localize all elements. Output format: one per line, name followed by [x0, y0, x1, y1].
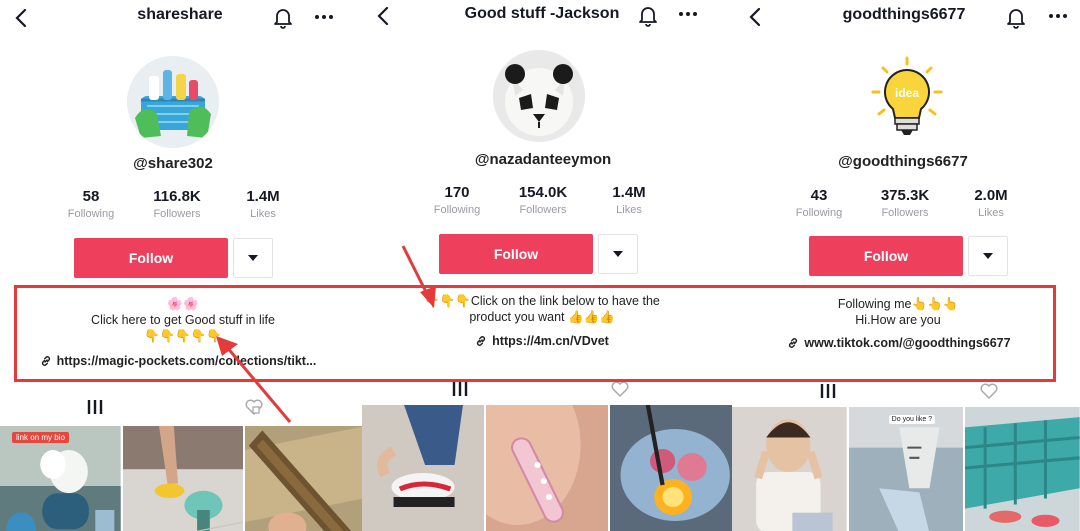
videos-grid-tab-icon[interactable]	[450, 380, 470, 398]
liked-videos-tab-icon[interactable]	[610, 380, 630, 398]
stat-value: 1.4M	[246, 188, 280, 205]
avatar[interactable]: idea	[861, 52, 953, 144]
video-thumbnail[interactable]	[965, 407, 1080, 531]
more-options-icon[interactable]	[676, 2, 700, 26]
profile-handle: @nazadanteeymon	[474, 151, 612, 168]
bio-line: 🌸🌸	[167, 297, 199, 311]
stat-label: Following	[67, 208, 115, 220]
bio-line: 👇👇👇👇👇	[144, 329, 222, 343]
link-icon	[475, 335, 487, 350]
follow-button[interactable]: Follow	[439, 234, 593, 274]
bio-link-text: www.tiktok.com/@goodthings6677	[804, 336, 1011, 350]
profile-header: goodthings6677	[732, 0, 1080, 36]
stat-likes[interactable]: 1.4M Likes	[586, 184, 672, 216]
bio-link[interactable]: www.tiktok.com/@goodthings6677	[732, 336, 1080, 352]
profile-bio: 🌸🌸 Click here to get Good stuff in life …	[0, 296, 366, 344]
suggested-accounts-dropdown[interactable]	[968, 236, 1008, 276]
profile-header: Good stuff -Jackson	[362, 0, 732, 36]
profile-stats: 58 Following 116.8K Followers 1.4M Likes	[0, 188, 366, 220]
link-icon	[787, 337, 799, 352]
bell-icon[interactable]	[272, 5, 294, 29]
caret-down-icon	[613, 251, 623, 257]
stat-followers[interactable]: 375.3K Followers	[862, 187, 948, 219]
profile-header: shareshare	[0, 0, 366, 36]
stat-value: 58	[82, 188, 100, 205]
avatar-label: idea	[894, 86, 919, 100]
video-caption-tag: Do you like ?	[888, 415, 936, 424]
stat-following[interactable]: 58 Following	[48, 188, 134, 220]
stat-value: 1.4M	[612, 184, 646, 201]
follow-button[interactable]: Follow	[74, 238, 228, 278]
video-thumbnail[interactable]	[245, 426, 366, 531]
stat-label: Followers	[153, 208, 201, 220]
video-caption-tag: link on my bio	[12, 432, 69, 443]
stat-value: 375.3K	[880, 187, 930, 204]
bio-line: product you want 👍👍👍	[469, 310, 615, 324]
stat-value: 116.8K	[153, 188, 201, 205]
video-thumbnail[interactable]	[610, 405, 732, 531]
avatar[interactable]	[493, 50, 585, 142]
stat-value: 170	[444, 184, 470, 201]
bio-line: Click here to get Good stuff in life	[91, 313, 275, 327]
caret-down-icon	[248, 255, 258, 261]
stat-value: 2.0M	[974, 187, 1008, 204]
avatar[interactable]	[127, 56, 219, 148]
stat-following[interactable]: 170 Following	[414, 184, 500, 216]
video-thumbnail[interactable]	[362, 405, 484, 531]
stat-label: Followers	[881, 207, 929, 219]
liked-videos-tab-icon[interactable]	[979, 382, 999, 400]
link-icon	[40, 355, 52, 370]
video-grid: link on my bio	[0, 426, 366, 531]
stat-likes[interactable]: 1.4M Likes	[220, 188, 306, 220]
profile-stats: 43 Following 375.3K Followers 2.0M Likes	[732, 187, 1080, 219]
stat-likes[interactable]: 2.0M Likes	[948, 187, 1034, 219]
video-thumbnail[interactable]: Do you like ?	[848, 407, 964, 531]
stat-label: Following	[433, 204, 481, 216]
bio-link[interactable]: https://4m.cn/VDvet	[362, 334, 732, 350]
stat-followers[interactable]: 154.0K Followers	[500, 184, 586, 216]
video-thumbnail[interactable]	[486, 405, 608, 531]
profile-bio: Following me👆👆👆 Hi.How are you	[732, 296, 1080, 328]
bio-link-text: https://magic-pockets.com/collections/ti…	[56, 354, 317, 368]
profile-panel-shareshare: shareshare @share302 58 Following 116.8K F…	[0, 0, 366, 531]
bio-line: 👇👇👇Click on the link below to have the	[424, 294, 660, 308]
stat-label: Following	[795, 207, 843, 219]
profile-handle: @goodthings6677	[838, 153, 968, 170]
more-options-icon[interactable]	[1046, 4, 1070, 28]
stat-following[interactable]: 43 Following	[776, 187, 862, 219]
video-thumbnail[interactable]	[732, 407, 847, 531]
bio-line: Hi.How are you	[855, 313, 941, 327]
bell-icon[interactable]	[1005, 5, 1027, 29]
stat-label: Likes	[978, 207, 1004, 219]
stat-value: 154.0K	[518, 184, 568, 201]
bio-line: Following me👆👆👆	[837, 297, 959, 311]
page-title: goodthings6677	[842, 6, 966, 23]
profile-panel-good-stuff-jackson: Good stuff -Jackson @nazadanteeymon 170 F…	[362, 0, 732, 531]
video-grid: Do you like ?	[732, 407, 1080, 531]
profile-bio: 👇👇👇Click on the link below to have the p…	[362, 293, 732, 325]
more-options-icon[interactable]	[312, 5, 336, 29]
stat-label: Likes	[250, 208, 276, 220]
suggested-accounts-dropdown[interactable]	[233, 238, 273, 278]
profile-stats: 170 Following 154.0K Followers 1.4M Likes	[362, 184, 732, 216]
video-thumbnail[interactable]	[122, 426, 244, 531]
bio-link-text: https://4m.cn/VDvet	[492, 334, 609, 348]
caret-down-icon	[983, 253, 993, 259]
suggested-accounts-dropdown[interactable]	[598, 234, 638, 274]
bell-icon[interactable]	[637, 3, 659, 27]
stat-label: Followers	[519, 204, 567, 216]
profile-handle: @share302	[133, 155, 213, 172]
videos-grid-tab-icon[interactable]	[85, 398, 105, 416]
video-thumbnail[interactable]: link on my bio	[0, 426, 121, 531]
video-grid	[362, 405, 732, 531]
stat-label: Likes	[616, 204, 642, 216]
profile-panel-goodthings6677: goodthings6677 idea @goodthings6677 43 Fo…	[732, 0, 1080, 531]
stat-value: 43	[810, 187, 828, 204]
follow-button[interactable]: Follow	[809, 236, 963, 276]
liked-videos-tab-icon[interactable]	[244, 398, 264, 416]
stat-followers[interactable]: 116.8K Followers	[134, 188, 220, 220]
bio-link[interactable]: https://magic-pockets.com/collections/ti…	[0, 354, 366, 370]
videos-grid-tab-icon[interactable]	[818, 382, 838, 400]
